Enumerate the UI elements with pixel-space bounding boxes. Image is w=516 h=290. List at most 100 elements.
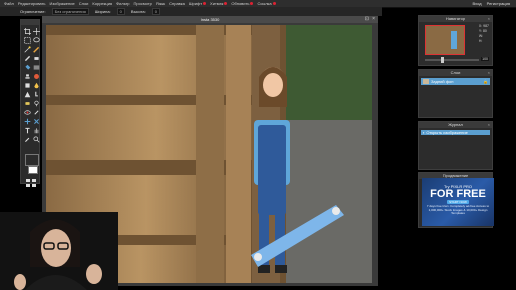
options-bar: Ограничение: Без ограничения Ширина: 0 В…	[0, 7, 382, 16]
zoom-slider-handle[interactable]	[441, 57, 444, 63]
move-tool[interactable]	[32, 27, 40, 35]
drop-icon	[33, 82, 39, 88]
x-value: 987	[483, 24, 489, 28]
menu-hit[interactable]: Хитмэк	[210, 1, 228, 6]
register-link[interactable]: Регистрация	[487, 1, 510, 6]
eyedropper-tool[interactable]	[23, 135, 31, 143]
stamp-icon	[24, 73, 30, 79]
promo-headline-word1: FOR	[430, 188, 454, 200]
spot-heal-tool[interactable]	[32, 108, 40, 116]
x-label: X:	[478, 24, 483, 28]
paint-bucket-icon	[24, 64, 30, 70]
menu-help[interactable]: Справка	[169, 1, 185, 6]
navigator-title: Навигатор	[445, 16, 466, 21]
zoom-input[interactable]: 100	[481, 57, 489, 61]
image-title: Insta 3530	[200, 17, 220, 22]
menu-font[interactable]: Шрифт	[188, 1, 207, 6]
menu-update[interactable]: Обновить	[231, 1, 254, 6]
image-window-titlebar[interactable]: Insta 3530 ⊡ ×	[42, 16, 378, 23]
history-title: Журнал	[448, 122, 463, 127]
pinch-tool[interactable]	[32, 117, 40, 125]
bloat-tool[interactable]	[23, 117, 31, 125]
eyedropper-icon	[24, 137, 29, 142]
background-color-swatch[interactable]	[28, 166, 38, 174]
redeye-tool[interactable]	[23, 108, 31, 116]
lasso-tool[interactable]	[32, 36, 40, 44]
marquee-tool[interactable]	[23, 36, 31, 44]
menu-view[interactable]: Просмотр	[134, 1, 152, 6]
dodge-tool[interactable]	[32, 99, 40, 107]
webcam-overlay	[0, 212, 118, 290]
layer-thumbnail	[423, 79, 429, 84]
finger-icon	[34, 91, 38, 96]
dodge-icon	[33, 100, 39, 106]
crop-icon	[23, 27, 31, 35]
wand-tool[interactable]	[23, 45, 31, 53]
navigator-thumbnail[interactable]	[425, 25, 465, 55]
gradient-tool[interactable]	[32, 63, 40, 71]
crop-tool[interactable]	[23, 27, 31, 35]
layer-row[interactable]: Задний фон 🔒	[421, 78, 490, 85]
menu-language[interactable]: Язык	[156, 1, 165, 6]
zoom-tool[interactable]	[32, 135, 40, 143]
navigator-header[interactable]: Навигатор ×	[419, 16, 492, 22]
height-label: Высота:	[130, 9, 146, 14]
sponge-icon	[24, 101, 30, 105]
notification-badge	[224, 2, 228, 5]
brush-tool[interactable]	[23, 54, 31, 62]
y-value: 80	[482, 29, 487, 33]
height-input[interactable]: 0	[151, 8, 160, 15]
menu-edit[interactable]: Редактировать	[18, 1, 46, 6]
move-icon	[32, 27, 40, 35]
color-replace-icon	[33, 73, 39, 79]
colorreplace-tool[interactable]	[32, 72, 40, 80]
h-label: H:	[478, 39, 483, 43]
layers-header[interactable]: Слои ×	[419, 70, 492, 76]
layers-title: Слои	[450, 70, 461, 75]
pencil-tool[interactable]	[32, 45, 40, 53]
menu-adjust[interactable]: Коррекция	[92, 1, 112, 6]
close-icon[interactable]: ×	[488, 16, 490, 22]
constraint-label: Ограничение:	[20, 9, 46, 14]
history-header[interactable]: Журнал ×	[419, 122, 492, 128]
eye-icon	[23, 109, 31, 115]
history-item-label: Открыть изображение	[426, 130, 468, 135]
gradient-icon	[33, 64, 39, 70]
maximize-icon[interactable]: ⊡	[365, 16, 369, 23]
type-tool[interactable]	[23, 126, 31, 134]
tools-panel	[20, 19, 40, 187]
clone-tool[interactable]	[23, 72, 31, 80]
text-icon	[24, 127, 30, 133]
eraser-tool[interactable]	[32, 54, 40, 62]
bandage-icon	[33, 109, 39, 115]
close-icon[interactable]: ×	[488, 70, 490, 76]
pencil-icon	[32, 46, 39, 53]
menu-filter[interactable]: Фильтр	[116, 1, 129, 6]
sharpen-tool[interactable]	[23, 90, 31, 98]
menu-font-label: Шрифт	[188, 1, 203, 6]
drawing-tool[interactable]	[23, 81, 31, 89]
smudge-tool[interactable]	[32, 90, 40, 98]
navigator-viewport[interactable]	[425, 25, 465, 55]
menu-link[interactable]: Ссылка	[257, 1, 276, 6]
grid-icon[interactable]	[26, 174, 36, 187]
constraint-select[interactable]: Без ограничения	[51, 8, 89, 15]
width-input[interactable]: 0	[116, 8, 125, 15]
login-link[interactable]: Вход	[473, 1, 482, 6]
sponge-tool[interactable]	[23, 99, 31, 107]
bucket-tool[interactable]	[23, 63, 31, 71]
history-item[interactable]: ▪ Открыть изображение	[421, 130, 490, 135]
close-icon[interactable]: ×	[372, 16, 375, 23]
hand-tool[interactable]	[32, 126, 40, 134]
foreground-color-swatch[interactable]	[25, 154, 39, 166]
cross-arrows-icon	[24, 118, 30, 124]
width-label: Ширина:	[94, 9, 111, 14]
promo-banner[interactable]: Try PIXLR PRO FOR FREE START NOW 7 days …	[422, 178, 494, 226]
account-links: Вход Регистрация	[473, 1, 510, 6]
zoom-slider[interactable]	[425, 57, 479, 63]
blur-tool[interactable]	[32, 81, 40, 89]
close-icon[interactable]: ×	[488, 122, 490, 128]
menu-image[interactable]: Изображение	[49, 1, 74, 6]
menu-file[interactable]: Файл	[4, 1, 14, 6]
menu-layers[interactable]: Слои	[79, 1, 89, 6]
